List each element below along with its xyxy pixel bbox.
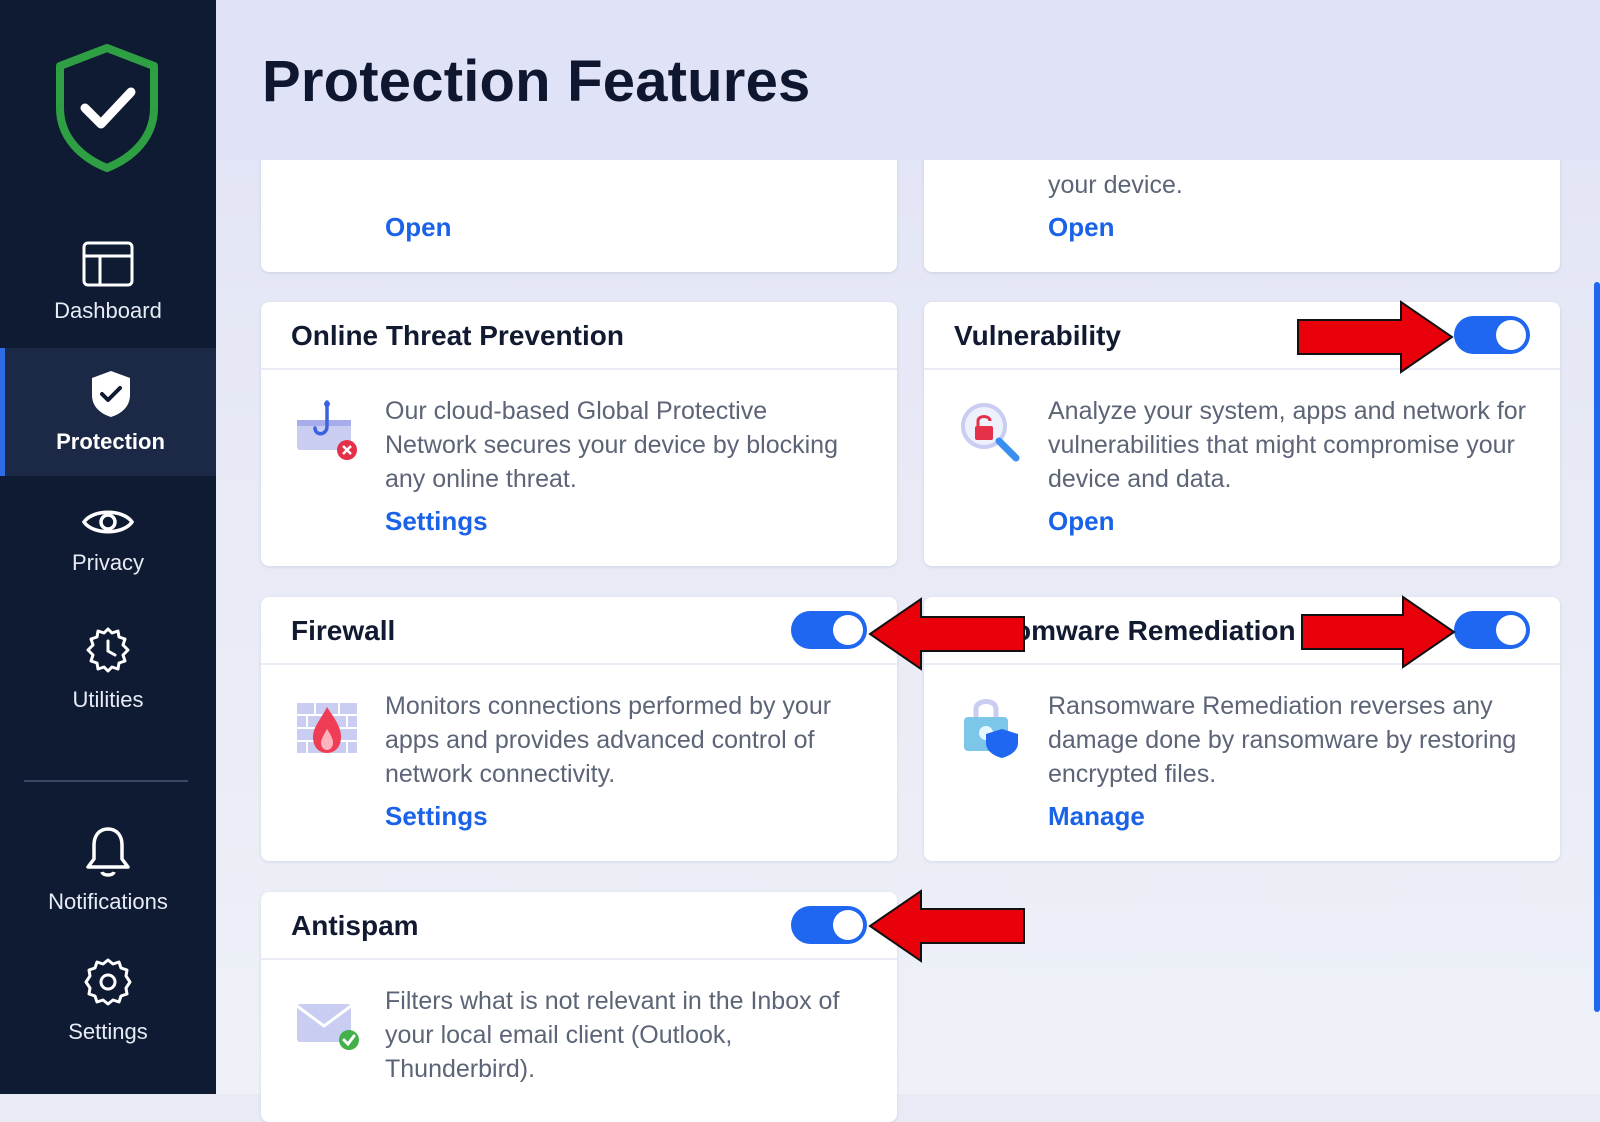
page-title: Protection Features <box>262 49 811 114</box>
ransomware-remediation-toggle[interactable] <box>1454 611 1530 649</box>
card-title: omware Remediation <box>1014 615 1296 646</box>
sidebar-item-protection[interactable]: Protection <box>0 348 216 476</box>
feature-description: Ransomware Remediation reverses any dama… <box>1048 692 1517 788</box>
sidebar-item-utilities[interactable]: Utilities <box>0 604 216 732</box>
sidebar-item-label: Notifications <box>48 889 168 914</box>
toggle-knob <box>833 910 863 940</box>
annotation-arrow-left-icon <box>868 597 1025 671</box>
feature-description: Our cloud-based Global Protective Networ… <box>385 397 838 493</box>
app-logo-shield-icon <box>52 42 162 174</box>
page-header: Protection Features <box>216 0 1600 160</box>
scrollbar[interactable] <box>1594 282 1600 1012</box>
sidebar: Dashboard Protection Privacy Utilities N… <box>0 0 216 1094</box>
sidebar-item-label: Privacy <box>71 550 145 575</box>
vulnerability-toggle[interactable] <box>1454 316 1530 354</box>
phishing-hook-icon <box>295 400 359 464</box>
sidebar-item-privacy[interactable]: Privacy <box>0 476 216 604</box>
gear-clock-icon <box>81 623 135 677</box>
online-threat-prevention-card: Online Threat Prevention Our cloud-based… <box>261 302 897 566</box>
manage-link[interactable]: Manage <box>1048 801 1145 832</box>
sidebar-item-label: Utilities <box>72 687 144 712</box>
dashboard-icon <box>81 240 135 288</box>
open-link[interactable]: Open <box>1048 506 1114 537</box>
card-title: Online Threat Prevention <box>291 320 624 351</box>
sidebar-item-label: Settings <box>68 1019 148 1044</box>
sidebar-item-notifications[interactable]: Notifications <box>0 806 216 934</box>
gear-icon <box>81 955 135 1009</box>
sidebar-item-settings[interactable]: Settings <box>0 936 216 1064</box>
magnifier-lock-icon <box>958 400 1022 464</box>
annotation-arrow-left-icon <box>868 889 1025 963</box>
feature-description: Filters what is not relevant in the Inbo… <box>385 987 840 1083</box>
lock-shield-icon <box>958 695 1022 759</box>
open-link[interactable]: Open <box>1048 212 1114 243</box>
card-title: Vulnerability <box>954 320 1122 351</box>
toggle-knob <box>833 615 863 645</box>
sidebar-item-dashboard[interactable]: Dashboard <box>0 218 216 346</box>
feature-description: your device. <box>1048 171 1183 199</box>
antispam-card: Antispam Filters what is not relevant in… <box>261 892 897 1122</box>
sidebar-divider <box>24 780 188 782</box>
bell-icon <box>84 825 132 879</box>
feature-description: Analyze your system, apps and network fo… <box>1048 397 1527 493</box>
card-title: Antispam <box>291 910 419 941</box>
firewall-toggle[interactable] <box>791 611 867 649</box>
eye-icon <box>81 504 135 540</box>
antispam-toggle[interactable] <box>791 906 867 944</box>
toggle-knob <box>1496 320 1526 350</box>
shield-check-icon <box>89 369 133 419</box>
open-link[interactable]: Open <box>385 212 451 243</box>
vulnerability-card: Vulnerability Analyze your system, apps … <box>924 302 1560 566</box>
firewall-card: Firewall Monitors connections performed … <box>261 597 897 861</box>
toggle-knob <box>1496 615 1526 645</box>
annotation-arrow-right-icon <box>1301 595 1456 669</box>
mail-check-icon <box>295 990 359 1054</box>
firewall-icon <box>295 695 359 759</box>
settings-link[interactable]: Settings <box>385 801 488 832</box>
sidebar-item-label: Dashboard <box>54 298 162 323</box>
sidebar-item-label: Protection <box>56 429 165 454</box>
card-title: Firewall <box>291 615 396 646</box>
annotation-arrow-right-icon <box>1297 300 1454 374</box>
feature-description: Monitors connections performed by your a… <box>385 692 832 788</box>
settings-link[interactable]: Settings <box>385 506 488 537</box>
